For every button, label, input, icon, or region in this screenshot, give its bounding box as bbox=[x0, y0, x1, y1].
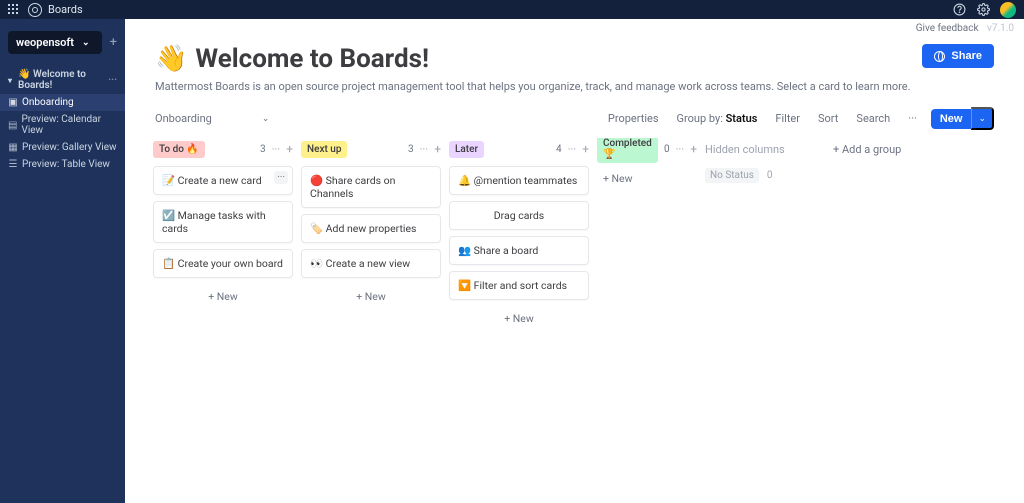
calendar-view-icon: ▤ bbox=[8, 120, 17, 131]
card[interactable]: 👥 Share a board bbox=[449, 236, 589, 265]
column-more-button[interactable]: ··· bbox=[272, 143, 281, 156]
page-description[interactable]: Mattermost Boards is an open source proj… bbox=[125, 80, 1024, 107]
group-by-button[interactable]: Group by: Status bbox=[677, 112, 758, 125]
hidden-nostatus-row[interactable]: No Status 0 bbox=[705, 168, 825, 183]
chevron-down-icon: ⌄ bbox=[262, 114, 270, 124]
column-add-button[interactable]: + bbox=[690, 142, 697, 156]
help-icon[interactable] bbox=[952, 3, 966, 17]
add-board-button[interactable]: + bbox=[110, 35, 117, 50]
sidebar-view-label: Preview: Gallery View bbox=[22, 142, 117, 153]
add-group-button[interactable]: + Add a group bbox=[833, 138, 901, 160]
column-label[interactable]: To do 🔥 bbox=[153, 141, 205, 158]
add-card-button[interactable]: + New bbox=[449, 306, 589, 331]
column-more-button[interactable]: ··· bbox=[676, 143, 685, 156]
share-button[interactable]: Share bbox=[922, 44, 994, 68]
card[interactable]: ☑️ Manage tasks with cards bbox=[153, 201, 293, 243]
sort-button[interactable]: Sort bbox=[818, 112, 838, 125]
group-by-value: Status bbox=[726, 112, 758, 125]
topbar-title: Boards bbox=[48, 3, 83, 16]
card[interactable]: 📝 Create a new card··· bbox=[153, 166, 293, 195]
board-view-icon: ▣ bbox=[8, 97, 18, 108]
sidebar: weopensoft ⌄ + ▾ 👋 Welcome to Boards! ··… bbox=[0, 19, 125, 503]
card[interactable]: 📋 Create your own board bbox=[153, 249, 293, 278]
page-title-text[interactable]: Welcome to Boards! bbox=[195, 44, 429, 74]
more-icon[interactable]: ··· bbox=[108, 75, 117, 86]
card[interactable]: 🏷️ Add new properties bbox=[301, 214, 441, 243]
toolbar-more-button[interactable]: ··· bbox=[908, 112, 917, 125]
user-avatar[interactable] bbox=[1000, 2, 1016, 18]
column-count: 3 bbox=[260, 144, 266, 155]
card[interactable]: 🔽 Filter and sort cards bbox=[449, 271, 589, 300]
sidebar-view-label: Preview: Table View bbox=[22, 159, 110, 170]
card-more-icon[interactable]: ··· bbox=[274, 171, 288, 184]
sidebar-board-label: 👋 Welcome to Boards! bbox=[18, 69, 104, 91]
share-label: Share bbox=[951, 50, 982, 62]
view-toolbar: Onboarding ⌄ Properties Group by: Status… bbox=[125, 107, 1024, 138]
sidebar-view-table[interactable]: ☰ Preview: Table View bbox=[0, 156, 125, 173]
add-card-button[interactable]: + New bbox=[153, 284, 293, 309]
card[interactable]: 🔴 Share cards on Channels bbox=[301, 166, 441, 208]
sidebar-view-onboarding[interactable]: ▣ Onboarding bbox=[0, 94, 125, 111]
column-label[interactable]: Next up bbox=[301, 141, 347, 158]
view-name: Onboarding bbox=[155, 112, 212, 125]
settings-icon[interactable] bbox=[976, 3, 990, 17]
column-label[interactable]: Later bbox=[449, 141, 484, 158]
kanban-board: To do 🔥 3 ··· + 📝 Create a new card··· ☑… bbox=[125, 138, 1024, 331]
sidebar-view-label: Onboarding bbox=[22, 97, 74, 108]
add-card-button[interactable]: + New bbox=[301, 284, 441, 309]
chevron-down-icon: ⌄ bbox=[82, 38, 90, 48]
hidden-columns-header: Hidden columns bbox=[705, 138, 825, 160]
workspace-name: weopensoft bbox=[16, 36, 74, 49]
column-count: 4 bbox=[556, 144, 562, 155]
nostatus-count: 0 bbox=[767, 170, 773, 181]
column-count: 0 bbox=[664, 144, 670, 155]
column-more-button[interactable]: ··· bbox=[568, 143, 577, 156]
sidebar-board[interactable]: ▾ 👋 Welcome to Boards! ··· bbox=[0, 66, 125, 94]
sidebar-view-gallery[interactable]: ▦ Preview: Gallery View bbox=[0, 139, 125, 156]
column-add-button[interactable]: + bbox=[434, 142, 441, 156]
column-add-button[interactable]: + bbox=[286, 142, 293, 156]
page-title: 👋 Welcome to Boards! bbox=[155, 44, 429, 74]
card[interactable]: Drag cards bbox=[449, 201, 589, 230]
app-switcher-icon[interactable] bbox=[8, 4, 20, 16]
card[interactable]: 👀 Create a new view bbox=[301, 249, 441, 278]
column-todo: To do 🔥 3 ··· + 📝 Create a new card··· ☑… bbox=[153, 138, 293, 309]
properties-button[interactable]: Properties bbox=[608, 112, 659, 125]
page-emoji[interactable]: 👋 bbox=[155, 44, 187, 74]
give-feedback-link[interactable]: Give feedback bbox=[916, 23, 979, 34]
globe-icon bbox=[934, 51, 945, 62]
search-button[interactable]: Search bbox=[856, 112, 890, 125]
version-label: v7.1.0 bbox=[987, 23, 1014, 34]
sidebar-view-label: Preview: Calendar View bbox=[21, 114, 117, 136]
column-nextup: Next up 3 ··· + 🔴 Share cards on Channel… bbox=[301, 138, 441, 309]
column-add-button[interactable]: + bbox=[582, 142, 589, 156]
new-card-button[interactable]: New bbox=[931, 109, 972, 129]
column-more-button[interactable]: ··· bbox=[420, 143, 429, 156]
new-card-dropdown[interactable]: ⌄ bbox=[971, 107, 994, 130]
hidden-columns: Hidden columns No Status 0 bbox=[705, 138, 825, 183]
global-topbar: Boards bbox=[0, 0, 1024, 19]
filter-button[interactable]: Filter bbox=[775, 112, 800, 125]
gallery-view-icon: ▦ bbox=[8, 142, 18, 153]
card[interactable]: 🔔 @mention teammates bbox=[449, 166, 589, 195]
sidebar-view-calendar[interactable]: ▤ Preview: Calendar View bbox=[0, 111, 125, 139]
add-card-button[interactable]: + New bbox=[597, 166, 697, 191]
column-completed: Completed 🏆 0 ··· + + New bbox=[597, 138, 697, 191]
column-later: Later 4 ··· + 🔔 @mention teammates Drag … bbox=[449, 138, 589, 331]
main-pane: Give feedback v7.1.0 👋 Welcome to Boards… bbox=[125, 19, 1024, 503]
table-view-icon: ☰ bbox=[8, 159, 18, 170]
disclose-icon: ▾ bbox=[8, 76, 12, 85]
nostatus-pill: No Status bbox=[705, 168, 759, 183]
workspace-switcher[interactable]: weopensoft ⌄ bbox=[8, 31, 102, 54]
view-selector[interactable]: Onboarding ⌄ bbox=[155, 112, 269, 125]
column-label[interactable]: Completed 🏆 bbox=[597, 138, 658, 163]
column-count: 3 bbox=[408, 144, 414, 155]
boards-logo-icon bbox=[28, 3, 42, 17]
